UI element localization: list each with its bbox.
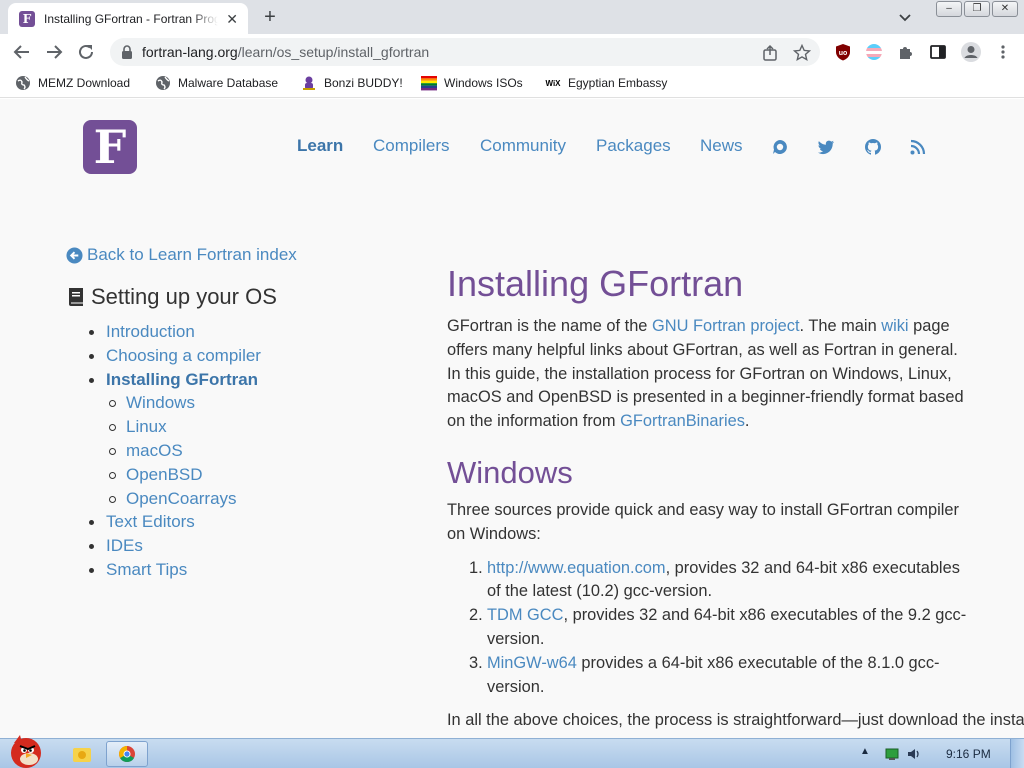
closing-paragraph: In all the above choices, the process is… [447,711,1024,730]
taskbar-clock[interactable]: 9:16 PM [946,747,991,761]
sidebar-item-choosing-compiler[interactable]: Choosing a compiler [66,344,406,368]
profile-avatar-icon[interactable] [960,41,982,63]
gnu-fortran-link[interactable]: GNU Fortran project [652,317,800,335]
network-icon[interactable] [884,746,900,767]
book-icon [69,288,83,306]
github-icon[interactable] [864,138,882,156]
lock-icon[interactable] [121,45,133,64]
sidebar: Back to Learn Fortran index Setting up y… [66,245,406,582]
bookmark-star-icon[interactable] [792,43,812,62]
twitter-icon[interactable] [817,138,835,156]
windows-heading: Windows [447,454,573,490]
source-item: 3. MinGW-w64 provides a 64-bit x86 execut… [469,653,940,696]
sources-list: 1. http://www.equation.com, provides 32 a… [447,557,967,700]
globe-icon [15,75,31,91]
nav-community[interactable]: Community [480,136,566,156]
wiki-link[interactable]: wiki [881,317,908,335]
chrome-taskbar-button[interactable] [106,741,148,767]
globe-icon [155,75,171,91]
browser-tab[interactable]: F Installing GFortran - Fortran Programm… [8,3,248,34]
windows-flag-icon [421,75,437,91]
ublock-icon[interactable]: uo [834,43,852,61]
bonzi-icon [301,75,317,91]
tab-close-icon[interactable]: ✕ [224,11,240,27]
sidebar-item-text-editors[interactable]: Text Editors [66,510,406,534]
show-desktop-button[interactable] [1010,739,1024,768]
sidebar-item-ides[interactable]: IDEs [66,534,406,558]
web-page: F Learn Compilers Community Packages New… [0,99,1024,738]
gfortran-binaries-link[interactable]: GFortranBinaries [620,412,745,430]
rss-icon[interactable] [909,138,927,156]
minimize-button[interactable]: – [936,1,962,17]
discourse-icon[interactable] [771,138,789,156]
fortran-favicon: F [19,10,35,27]
chrome-menu-icon[interactable] [994,43,1012,61]
nav-compilers[interactable]: Compilers [373,136,450,156]
sidebar-list: Introduction Choosing a compiler Install… [66,320,406,582]
arrow-circle-left-icon [66,246,83,264]
mingw-w64-link[interactable]: MinGW-w64 [487,654,577,672]
reload-icon[interactable] [74,40,98,64]
bookmark-bonzi-buddy[interactable]: Bonzi BUDDY! [301,75,403,91]
url-text: fortran-lang.org/learn/os_setup/install_… [142,44,430,60]
taskbar: ▲ 9:16 PM [0,735,1024,768]
volume-icon[interactable] [906,746,922,767]
window-controls: – ❐ ✕ [936,1,1018,17]
tab-title: Installing GFortran - Fortran Programmin… [44,11,219,26]
sidebar-subitem-windows[interactable]: Windows [66,391,406,415]
nav-packages[interactable]: Packages [596,136,671,156]
bookmark-memz[interactable]: MEMZ Download [15,75,130,91]
page-title: Installing GFortran [447,263,744,304]
svg-text:WiX: WiX [545,79,561,88]
main-content: Installing GFortran GFortran is the name… [447,263,1024,733]
tab-strip: F Installing GFortran - Fortran Programm… [0,0,1024,34]
windows-intro: Three sources provide quick and easy way… [447,500,959,543]
file-explorer-icon[interactable] [70,741,94,767]
bookmarks-bar: MEMZ Download Malware Database Bonzi BUD… [0,70,1024,98]
back-to-index-link[interactable]: Back to Learn Fortran index [66,245,406,265]
equation-link[interactable]: http://www.equation.com [487,559,666,577]
share-icon[interactable] [761,44,779,62]
sidebar-subitem-linux[interactable]: Linux [66,415,406,439]
tdm-gcc-link[interactable]: TDM GCC [487,606,563,624]
sidebar-subitem-openbsd[interactable]: OpenBSD [66,463,406,487]
start-button-angry-bird-icon[interactable] [2,731,50,768]
sidebar-item-smart-tips[interactable]: Smart Tips [66,558,406,582]
back-link-label: Back to Learn Fortran index [87,245,297,264]
extensions-puzzle-icon[interactable] [897,43,915,61]
sidebar-subitem-opencoarrays[interactable]: OpenCoarrays [66,487,406,511]
tray-overflow-chevron-icon[interactable]: ▲ [860,746,870,757]
nav-news[interactable]: News [700,136,743,156]
source-item: 2. TDM GCC, provides 32 and 64-bit x86 ex… [469,606,967,648]
bookmark-windows-isos[interactable]: Windows ISOs [421,75,523,91]
side-panel-icon[interactable] [929,43,947,61]
sidebar-subitem-macos[interactable]: macOS [66,439,406,463]
forward-arrow-icon[interactable] [42,40,66,64]
sidebar-item-installing-gfortran[interactable]: Installing GFortran [66,368,406,392]
fortran-logo[interactable]: F [83,120,137,174]
pride-flag-extension-icon[interactable] [865,43,883,61]
nav-learn[interactable]: Learn [297,136,343,156]
intro-paragraph: GFortran is the name of the GNU Fortran … [447,317,964,431]
restore-button[interactable]: ❐ [964,1,990,17]
tab-search-chevron-icon[interactable] [895,7,915,27]
source-item: 1. http://www.equation.com, provides 32 a… [469,558,960,601]
bookmark-egyptian-embassy[interactable]: WiX Egyptian Embassy [545,75,667,91]
new-tab-button[interactable]: + [259,7,281,29]
svg-text:uo: uo [839,50,848,57]
sidebar-heading-text: Setting up your OS [91,284,277,309]
sidebar-item-introduction[interactable]: Introduction [66,320,406,344]
browser-toolbar: fortran-lang.org/learn/os_setup/install_… [0,34,1024,70]
close-window-button[interactable]: ✕ [992,1,1018,17]
address-bar[interactable]: fortran-lang.org/learn/os_setup/install_… [110,38,820,66]
wix-icon: WiX [545,75,561,91]
sidebar-heading: Setting up your OS [66,284,406,310]
back-arrow-icon[interactable] [10,40,34,64]
bookmark-malware-database[interactable]: Malware Database [155,75,278,91]
